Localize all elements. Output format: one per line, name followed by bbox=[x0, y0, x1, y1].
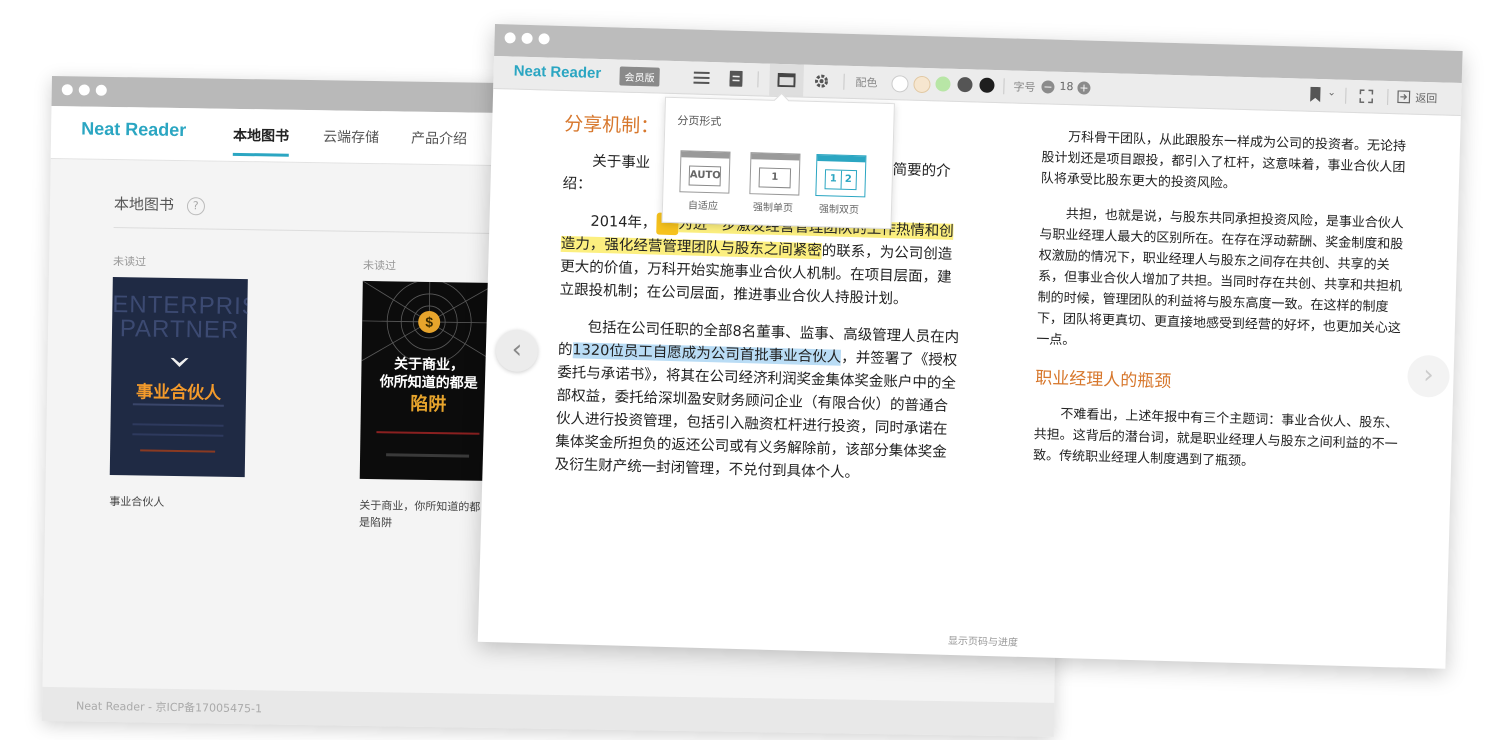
page-mode-auto[interactable]: AUTO bbox=[679, 150, 731, 194]
color-swatch-gray[interactable] bbox=[957, 76, 973, 93]
color-swatch-white[interactable] bbox=[891, 75, 909, 93]
highlight-blue[interactable]: 1320位员工自愿成为公司首批事业合伙人 bbox=[572, 342, 842, 366]
svg-text:$: $ bbox=[425, 314, 433, 330]
page-layout-button[interactable] bbox=[769, 63, 804, 97]
book-cover-business-trap[interactable]: $ 关于商业， 你所知道的都是 陷阱 bbox=[359, 280, 498, 482]
return-button[interactable]: 返回 bbox=[1415, 90, 1437, 107]
reader-page: 分享机制： 关于事业年年报中有简要的介绍： 2014年，“为进一步激发经营管理团… bbox=[478, 89, 1461, 669]
paragraph: 共担，也就是说，与股东共同承担投资风险，是事业合伙人与职业经理人最大的区别所在。… bbox=[1036, 207, 1404, 349]
table-of-contents-icon[interactable] bbox=[693, 71, 710, 85]
prev-page-button[interactable]: ‹ bbox=[495, 329, 539, 373]
color-swatch-black[interactable] bbox=[979, 77, 995, 93]
section-divider bbox=[113, 226, 544, 235]
library-section-title: 本地图书 ? bbox=[114, 193, 205, 215]
tab-cloud-storage[interactable]: 云端存储 bbox=[323, 126, 379, 147]
paragraph: 万科骨干团队，从此跟股东一样成为公司的投资者。无论持股计划还是项目跟投，都引入了… bbox=[1040, 130, 1407, 192]
page-progress-text: 显示页码与进度 bbox=[947, 635, 1019, 649]
color-swatch-green[interactable] bbox=[935, 76, 951, 92]
page-mode-single[interactable]: 1 bbox=[749, 152, 801, 196]
fullscreen-icon[interactable] bbox=[1359, 89, 1374, 104]
window-zoom-button[interactable] bbox=[538, 33, 550, 45]
return-icon[interactable] bbox=[1397, 90, 1411, 104]
book-title[interactable]: 事业合伙人 bbox=[109, 493, 249, 512]
next-page-button[interactable]: › bbox=[1406, 354, 1451, 398]
page-mode-double[interactable]: 1 2 bbox=[815, 154, 867, 198]
page-mode-label: 自适应 bbox=[687, 200, 719, 213]
active-tab-indicator bbox=[232, 152, 289, 157]
tab-local-books[interactable]: 本地图书 bbox=[232, 125, 289, 157]
page-mode-label: 强制单页 bbox=[752, 202, 794, 215]
vip-badge: 会员版 bbox=[619, 66, 660, 87]
font-size-value: 18 bbox=[1059, 79, 1074, 94]
book-status: 未读过 bbox=[112, 254, 147, 269]
library-footer: Neat Reader - 京ICP备17005475-1 bbox=[41, 686, 1055, 737]
app-logo: Neat Reader bbox=[81, 118, 187, 141]
help-icon[interactable]: ? bbox=[186, 196, 205, 215]
tab-product-intro[interactable]: 产品介绍 bbox=[411, 128, 467, 149]
book-title[interactable]: 关于商业，你所知道的都是陷阱 bbox=[359, 497, 490, 533]
window-minimize-button[interactable] bbox=[521, 32, 533, 45]
window-close-button[interactable] bbox=[61, 84, 73, 96]
chevron-down-icon[interactable]: ⌄ bbox=[1327, 87, 1336, 98]
window-close-button[interactable] bbox=[504, 32, 516, 44]
font-increase-button[interactable]: + bbox=[1077, 81, 1091, 95]
reader-window: Neat Reader 会员版 配色 字号 − 18 + ⌄ 返回 分享机制： … bbox=[477, 24, 1463, 669]
color-swatch-cream[interactable] bbox=[913, 75, 931, 94]
section-heading: 职业经理人的瓶颈 bbox=[1035, 368, 1172, 393]
page-layout-icon bbox=[777, 72, 796, 88]
color-scheme-label: 配色 bbox=[855, 76, 878, 90]
popup-title: 分页形式 bbox=[677, 114, 722, 129]
page-mode-label: 强制双页 bbox=[818, 204, 860, 217]
chevron-logo-icon bbox=[170, 357, 189, 368]
window-zoom-button[interactable] bbox=[95, 84, 107, 96]
font-decrease-button[interactable]: − bbox=[1041, 80, 1055, 94]
app-logo: Neat Reader bbox=[513, 62, 602, 82]
notes-icon[interactable] bbox=[729, 70, 743, 87]
footer-icp-text: Neat Reader - 京ICP备17005475-1 bbox=[76, 699, 263, 716]
book-status: 未读过 bbox=[362, 258, 397, 273]
window-minimize-button[interactable] bbox=[78, 84, 90, 96]
gear-icon[interactable] bbox=[813, 73, 829, 89]
paragraph: 不难看出，上述年报中有三个主题词：事业合伙人、股东、共担。这背后的潜台词，就是职… bbox=[1032, 406, 1399, 470]
right-page-column: 万科骨干团队，从此跟股东一样成为公司的投资者。无论持股计划还是项目跟投，都引入了… bbox=[1032, 126, 1410, 490]
paragraph: 包括在公司任职的全部8名董事、监事、高级管理人员在内的1320位员工自愿成为公司… bbox=[554, 319, 960, 482]
book-cover-enterprise-partner[interactable]: ENTERPRISE PARTNER 事业合伙人 bbox=[109, 276, 248, 478]
font-size-label: 字号 bbox=[1013, 80, 1036, 95]
bookmark-icon[interactable] bbox=[1309, 86, 1321, 103]
page-mode-popup: 分页形式 AUTO 1 1 2 自适应 强制单页 强制双页 bbox=[661, 92, 895, 230]
